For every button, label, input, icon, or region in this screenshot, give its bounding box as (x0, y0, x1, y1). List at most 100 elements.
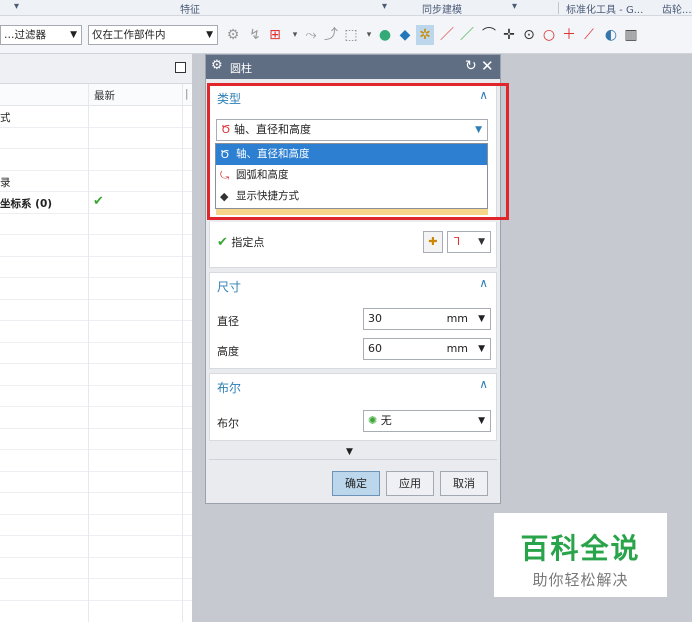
select-solid-icon[interactable]: ◆ (396, 25, 414, 45)
snap-midpoint-icon[interactable]: ／ (458, 25, 476, 45)
table-row[interactable] (0, 257, 192, 278)
part-navigator: 最新 | 式 录 坐标系 (0) ✔ (0, 54, 193, 622)
table-row[interactable] (0, 493, 192, 515)
dialog-title-bar[interactable]: ⚙ 圆柱 ↻ ✕ (206, 55, 500, 79)
select-body-icon[interactable]: ● (376, 25, 394, 45)
snap-center-icon[interactable]: ⊙ (520, 25, 538, 45)
chevron-down-icon: ▼ (478, 416, 485, 426)
ribbon-dropdown-icon[interactable]: ▾ (512, 1, 517, 12)
selection-scope-combo[interactable]: 仅在工作部件内 ▼ (88, 25, 218, 45)
select-face-icon[interactable]: ⤴ (322, 25, 340, 45)
ok-button[interactable]: 确定 (332, 471, 380, 496)
snap-curve-icon[interactable]: ⌒ (480, 25, 498, 45)
section-title-dimensions[interactable]: 尺寸 (217, 278, 241, 295)
table-row[interactable] (0, 343, 192, 364)
watermark-subtitle: 助你轻松解决 (532, 571, 629, 589)
navigator-header (0, 54, 192, 84)
maximize-icon[interactable] (175, 62, 186, 73)
table-row[interactable] (0, 235, 192, 257)
table-row[interactable] (0, 321, 192, 343)
ribbon-group-gear[interactable]: 齿轮... (662, 1, 692, 16)
table-row[interactable] (0, 300, 192, 321)
gear-icon[interactable]: ⚙ (211, 58, 223, 73)
table-row[interactable] (0, 429, 192, 450)
snap-grid-icon[interactable]: ▥ (622, 25, 640, 45)
column-more[interactable]: | (185, 88, 189, 100)
table-row[interactable] (0, 579, 192, 601)
cancel-button[interactable]: 取消 (440, 471, 488, 496)
graphics-window[interactable] (193, 54, 205, 622)
snap-arc-icon[interactable]: ◐ (602, 25, 620, 45)
column-latest[interactable]: 最新 (94, 88, 115, 103)
table-row[interactable] (0, 214, 192, 235)
section-title-boolean[interactable]: 布尔 (217, 379, 241, 396)
watermark-logo: 百科全说 助你轻松解决 (494, 513, 667, 597)
table-row[interactable]: 录 (0, 171, 192, 192)
table-row[interactable] (0, 364, 192, 386)
table-row[interactable] (0, 407, 192, 429)
chevron-down-icon: ▼ (206, 30, 213, 40)
snap-point-icon[interactable]: ⊞ (266, 25, 284, 45)
select-feature-icon[interactable]: ⚙ (224, 25, 242, 45)
boolean-select[interactable]: ✺ 无 ▼ (363, 410, 491, 432)
height-input[interactable]: 60 mm ▼ (363, 338, 491, 360)
snap-line-icon[interactable]: ／ (438, 25, 456, 45)
ribbon-dropdown-icon[interactable]: ▾ (14, 1, 19, 12)
table-row[interactable] (0, 149, 192, 171)
chevron-up-icon[interactable]: ∧ (479, 377, 488, 391)
height-label: 高度 (217, 345, 239, 358)
point-dialog-icon[interactable]: ✚ (423, 231, 443, 253)
snap-tangent-icon[interactable]: ⟋ (580, 25, 598, 45)
snap-quadrant-icon[interactable]: ○ (540, 25, 558, 45)
chevron-down-icon: ▼ (70, 30, 77, 40)
graphics-window[interactable] (205, 504, 501, 622)
type-filter-value: …过滤器 (4, 29, 46, 41)
boolean-value: 无 (380, 414, 392, 427)
snap-all-icon[interactable]: ✲ (416, 25, 434, 45)
snap-point-on-curve-icon[interactable]: ＋ (560, 25, 578, 45)
ribbon-group-sync[interactable]: 同步建模 (422, 1, 462, 16)
dimension-section: 尺寸 ∧ 直径 30 mm ▼ 高度 60 mm ▼ (209, 272, 497, 369)
table-row[interactable] (0, 472, 192, 493)
table-row[interactable] (0, 558, 192, 579)
close-icon[interactable]: ✕ (481, 57, 494, 75)
table-row[interactable] (0, 128, 192, 149)
select-edge-icon[interactable]: ↯ (246, 25, 264, 45)
boolean-section: 布尔 ∧ 布尔 ✺ 无 ▼ (209, 373, 497, 441)
ribbon-tabs: ▾ 特征 ▾ 同步建模 ▾ 标准化工具 - G... 齿轮... (0, 0, 692, 16)
more-options-icon[interactable]: ▼ (346, 447, 353, 457)
table-row[interactable]: 坐标系 (0) ✔ (0, 192, 192, 214)
ribbon-group-feature[interactable]: 特征 (180, 1, 200, 16)
chevron-down-icon[interactable]: ▼ (478, 339, 485, 359)
chevron-up-icon[interactable]: ∧ (479, 276, 488, 290)
chevron-down-icon: ▼ (478, 237, 485, 247)
table-row[interactable] (0, 515, 192, 536)
diameter-value: 30 (368, 312, 382, 325)
table-row[interactable] (0, 450, 192, 472)
diameter-unit[interactable]: mm (447, 309, 468, 329)
table-row[interactable] (0, 536, 192, 558)
select-curve-icon[interactable]: ⤳ (302, 25, 320, 45)
chevron-down-icon[interactable]: ▼ (478, 309, 485, 329)
point-type-select[interactable]: ⅂ ▼ (447, 231, 491, 253)
snap-intersection-icon[interactable]: ✛ (500, 25, 518, 45)
divider (209, 459, 497, 460)
check-icon: ✔ (217, 235, 228, 250)
table-row[interactable] (0, 278, 192, 300)
watermark-title: 百科全说 (520, 532, 641, 565)
diameter-input[interactable]: 30 mm ▼ (363, 308, 491, 330)
ribbon-dropdown-icon[interactable]: ▾ (382, 1, 387, 12)
check-icon: ✔ (93, 194, 104, 209)
diameter-label: 直径 (217, 315, 239, 328)
column-divider (88, 84, 89, 622)
selection-scope-value: 仅在工作部件内 (92, 29, 166, 41)
height-unit[interactable]: mm (447, 339, 468, 359)
ribbon-group-standard[interactable]: 标准化工具 - G... (566, 1, 643, 16)
reset-icon[interactable]: ↻ (465, 58, 477, 74)
selection-toolbar: …过滤器 ▼ 仅在工作部件内 ▼ ⚙ ↯ ⊞ ▾ ⤳ ⤴ ⬚ ▾ ● ◆ ✲ ／… (0, 16, 692, 54)
rectangle-select-icon[interactable]: ⬚ (342, 25, 360, 45)
apply-button[interactable]: 应用 (386, 471, 434, 496)
table-row[interactable] (0, 386, 192, 407)
type-filter-combo[interactable]: …过滤器 ▼ (0, 25, 82, 45)
table-row[interactable]: 式 (0, 106, 192, 128)
